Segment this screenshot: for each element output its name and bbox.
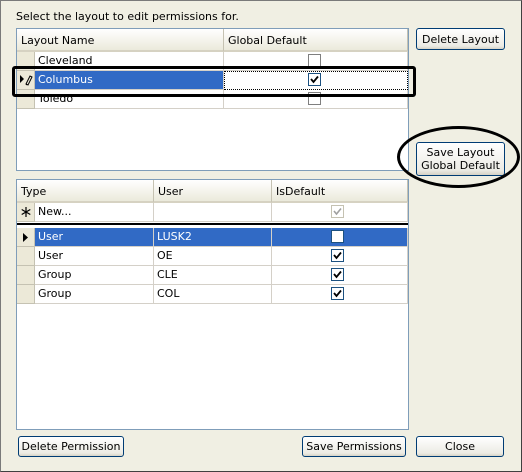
delete-layout-button[interactable]: Delete Layout (416, 28, 505, 50)
row-selector[interactable] (17, 228, 35, 247)
permission-isdefault-cell[interactable] (272, 266, 408, 285)
delete-permission-button[interactable]: Delete Permission (18, 436, 124, 457)
column-header-user[interactable]: User (154, 180, 272, 203)
instruction-label: Select the layout to edit permissions fo… (16, 10, 239, 23)
highlight-callout-row (12, 66, 416, 97)
triangle-right-icon (22, 232, 28, 242)
column-header-layout-name[interactable]: Layout Name (17, 29, 224, 52)
permission-type-cell[interactable]: User (35, 247, 154, 266)
permission-user-cell[interactable]: CLE (154, 266, 272, 285)
checkmark-icon (333, 270, 342, 279)
checkmark-icon (333, 207, 342, 216)
isdefault-checkbox[interactable] (331, 268, 344, 281)
new-row-isdefault-cell[interactable] (272, 203, 408, 222)
permission-type-cell[interactable]: User (35, 228, 154, 247)
permission-row[interactable]: User LUSK2 (17, 228, 408, 247)
isdefault-checkbox[interactable] (331, 230, 344, 243)
permission-user-cell[interactable]: LUSK2 (154, 228, 272, 247)
permission-isdefault-cell[interactable] (272, 285, 408, 304)
permission-type-cell[interactable]: Group (35, 266, 154, 285)
row-selector[interactable] (17, 203, 35, 222)
row-selector[interactable] (17, 285, 35, 304)
column-header-type[interactable]: Type (17, 180, 154, 203)
permissions-grid[interactable]: Type User IsDefault New... User LUSK2 Us… (16, 179, 409, 430)
column-header-isdefault[interactable]: IsDefault (272, 180, 408, 203)
row-selector[interactable] (17, 247, 35, 266)
new-row[interactable]: New... (17, 203, 408, 222)
highlight-callout-button (397, 126, 520, 188)
layouts-grid-header: Layout Name Global Default (17, 29, 408, 52)
permissions-grid-header: Type User IsDefault (17, 180, 408, 203)
isdefault-checkbox (331, 205, 344, 218)
permission-row[interactable]: Group CLE (17, 266, 408, 285)
permission-type-cell[interactable]: Group (35, 285, 154, 304)
column-header-global-default[interactable]: Global Default (224, 29, 408, 52)
permission-row[interactable]: Group COL (17, 285, 408, 304)
checkmark-icon (333, 251, 342, 260)
isdefault-checkbox[interactable] (331, 249, 344, 262)
permission-row[interactable]: User OE (17, 247, 408, 266)
save-permissions-button[interactable]: Save Permissions (302, 436, 406, 457)
asterisk-icon (20, 207, 31, 217)
permission-isdefault-cell[interactable] (272, 247, 408, 266)
permission-user-cell[interactable]: OE (154, 247, 272, 266)
row-selector[interactable] (17, 266, 35, 285)
new-row-user-cell[interactable] (154, 203, 272, 222)
layouts-grid[interactable]: Layout Name Global Default Cleveland Col… (16, 28, 409, 171)
permission-isdefault-cell[interactable] (272, 228, 408, 247)
close-button[interactable]: Close (416, 436, 504, 457)
new-row-divider (17, 223, 408, 225)
new-row-type-cell[interactable]: New... (35, 203, 154, 222)
isdefault-checkbox[interactable] (331, 287, 344, 300)
checkmark-icon (333, 289, 342, 298)
permission-user-cell[interactable]: COL (154, 285, 272, 304)
